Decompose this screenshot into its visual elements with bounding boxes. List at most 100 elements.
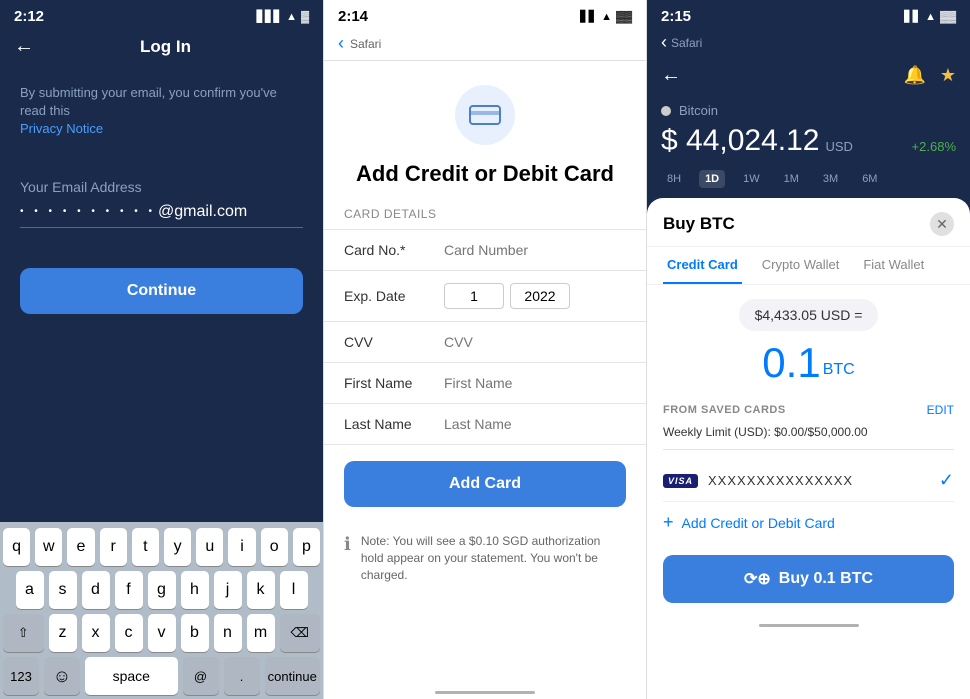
buy-btc-button[interactable]: ⟳⊕ Buy 0.1 BTC bbox=[663, 555, 954, 603]
tf-8h[interactable]: 8H bbox=[661, 170, 687, 188]
btc-buy-amount: 0.1 BTC bbox=[762, 339, 854, 387]
star-icon[interactable]: ★ bbox=[940, 65, 956, 86]
continue-button[interactable]: Continue bbox=[20, 268, 303, 314]
time-3: 2:15 bbox=[661, 8, 691, 25]
tf-6m[interactable]: 6M bbox=[856, 170, 883, 188]
key-v[interactable]: v bbox=[148, 614, 176, 652]
credit-card-icon bbox=[469, 103, 501, 127]
key-t[interactable]: t bbox=[132, 528, 159, 566]
key-c[interactable]: c bbox=[115, 614, 143, 652]
status-icons-3: ▋▋ ▲ ▓▓ bbox=[904, 10, 956, 23]
key-continue[interactable]: continue bbox=[265, 657, 321, 695]
key-n[interactable]: n bbox=[214, 614, 242, 652]
key-m[interactable]: m bbox=[247, 614, 275, 652]
email-label: Your Email Address bbox=[20, 179, 303, 195]
tab-crypto-wallet[interactable]: Crypto Wallet bbox=[758, 247, 844, 284]
weekly-limit: Weekly Limit (USD): $0.00/$50,000.00 bbox=[663, 425, 954, 439]
key-space[interactable]: space bbox=[85, 657, 178, 695]
key-x[interactable]: x bbox=[82, 614, 110, 652]
key-u[interactable]: u bbox=[196, 528, 223, 566]
safari-label-3: Safari bbox=[671, 36, 702, 50]
add-card-button[interactable]: Add Card bbox=[344, 461, 626, 507]
back-arrow-3[interactable]: ← bbox=[661, 64, 681, 87]
key-z[interactable]: z bbox=[49, 614, 77, 652]
tab-fiat-wallet[interactable]: Fiat Wallet bbox=[859, 247, 928, 284]
tf-1m[interactable]: 1M bbox=[778, 170, 805, 188]
key-at[interactable]: @ bbox=[183, 657, 219, 695]
key-w[interactable]: w bbox=[35, 528, 62, 566]
bell-icon[interactable]: 🔔 bbox=[903, 65, 925, 86]
key-y[interactable]: y bbox=[164, 528, 191, 566]
key-period[interactable]: . bbox=[224, 657, 260, 695]
add-card-row[interactable]: + Add Credit or Debit Card bbox=[663, 502, 954, 543]
close-button[interactable]: ✕ bbox=[930, 212, 954, 236]
exp-inputs bbox=[444, 283, 626, 309]
tf-3m[interactable]: 3M bbox=[817, 170, 844, 188]
saved-cards-section: FROM SAVED CARDS EDIT Weekly Limit (USD)… bbox=[647, 397, 970, 547]
key-e[interactable]: e bbox=[67, 528, 94, 566]
last-name-input[interactable] bbox=[444, 416, 626, 432]
buy-btc-screen: 2:15 ▋▋ ▲ ▓▓ ‹ Safari ← 🔔 ★ Bitcoin $ 44… bbox=[647, 0, 970, 699]
safari-back-arrow[interactable]: ‹ bbox=[338, 33, 344, 54]
safari-back-3[interactable]: ‹ bbox=[661, 32, 667, 53]
key-numbers[interactable]: 123 bbox=[3, 657, 39, 695]
add-card-body: Add Credit or Debit Card CARD DETAILS Ca… bbox=[324, 61, 646, 675]
key-p[interactable]: p bbox=[293, 528, 320, 566]
saved-cards-header: FROM SAVED CARDS EDIT bbox=[663, 403, 954, 417]
signal-icon-2: ▋▋ bbox=[580, 10, 597, 23]
key-shift[interactable]: ⇧ bbox=[3, 614, 44, 652]
email-input-area[interactable]: • • • • • • • • • • @gmail.com bbox=[20, 203, 303, 228]
key-f[interactable]: f bbox=[115, 571, 143, 609]
screen1-title: Log In bbox=[42, 37, 289, 57]
privacy-link[interactable]: Privacy Notice bbox=[20, 121, 103, 136]
tf-1w[interactable]: 1W bbox=[737, 170, 766, 188]
coin-label: Bitcoin bbox=[679, 103, 718, 118]
screen2-home-indicator bbox=[324, 675, 646, 699]
privacy-text: By submitting your email, you confirm yo… bbox=[20, 84, 303, 139]
exp-year-input[interactable] bbox=[510, 283, 570, 309]
first-name-input[interactable] bbox=[444, 375, 626, 391]
key-h[interactable]: h bbox=[181, 571, 209, 609]
time-1: 2:12 bbox=[14, 8, 44, 25]
key-emoji[interactable]: ☺ bbox=[44, 657, 80, 695]
buy-btn-icon: ⟳⊕ bbox=[744, 569, 771, 589]
payment-tabs: Credit Card Crypto Wallet Fiat Wallet bbox=[647, 247, 970, 285]
buy-panel-header: Buy BTC ✕ bbox=[647, 198, 970, 247]
key-q[interactable]: q bbox=[3, 528, 30, 566]
key-l[interactable]: l bbox=[280, 571, 308, 609]
info-icon: ℹ bbox=[344, 534, 351, 555]
usd-amount-pill: $4,433.05 USD = bbox=[739, 299, 879, 331]
add-card-link[interactable]: Add Credit or Debit Card bbox=[682, 515, 835, 531]
card-number-row: Card No.* bbox=[324, 230, 646, 271]
buy-amount-section: $4,433.05 USD = 0.1 BTC bbox=[647, 285, 970, 397]
card-number-input[interactable] bbox=[444, 242, 626, 258]
key-o[interactable]: o bbox=[261, 528, 288, 566]
tab-credit-card[interactable]: Credit Card bbox=[663, 247, 742, 284]
safari-bar-3: ‹ Safari bbox=[647, 29, 970, 58]
key-s[interactable]: s bbox=[49, 571, 77, 609]
key-j[interactable]: j bbox=[214, 571, 242, 609]
back-arrow-icon[interactable]: ← bbox=[14, 35, 34, 58]
key-b[interactable]: b bbox=[181, 614, 209, 652]
exp-month-input[interactable] bbox=[444, 283, 504, 309]
email-suffix: @gmail.com bbox=[158, 203, 247, 221]
key-delete[interactable]: ⌫ bbox=[280, 614, 321, 652]
tf-1d[interactable]: 1D bbox=[699, 170, 725, 188]
email-dots: • • • • • • • • • • bbox=[20, 206, 156, 217]
cvv-input[interactable] bbox=[444, 334, 626, 350]
keyboard: q w e r t y u i o p a s d f g h j k l ⇧ … bbox=[0, 522, 323, 699]
card-form: Card No.* Exp. Date CVV First Name Last … bbox=[324, 229, 646, 445]
btc-price: $ 44,024.12 bbox=[661, 124, 819, 158]
key-k[interactable]: k bbox=[247, 571, 275, 609]
key-i[interactable]: i bbox=[228, 528, 255, 566]
card-number-display: XXXXXXXXXXXXXXX bbox=[708, 473, 939, 488]
key-d[interactable]: d bbox=[82, 571, 110, 609]
edit-button[interactable]: EDIT bbox=[927, 403, 954, 417]
divider bbox=[663, 449, 954, 450]
btc-price-row: $ 44,024.12 USD +2.68% bbox=[661, 124, 956, 158]
saved-card-item[interactable]: VISA XXXXXXXXXXXXXXX ✓ bbox=[663, 460, 954, 502]
key-r[interactable]: r bbox=[100, 528, 127, 566]
status-bar-2: 2:14 ▋▋ ▲ ▓▓ bbox=[324, 0, 646, 29]
key-g[interactable]: g bbox=[148, 571, 176, 609]
key-a[interactable]: a bbox=[16, 571, 44, 609]
